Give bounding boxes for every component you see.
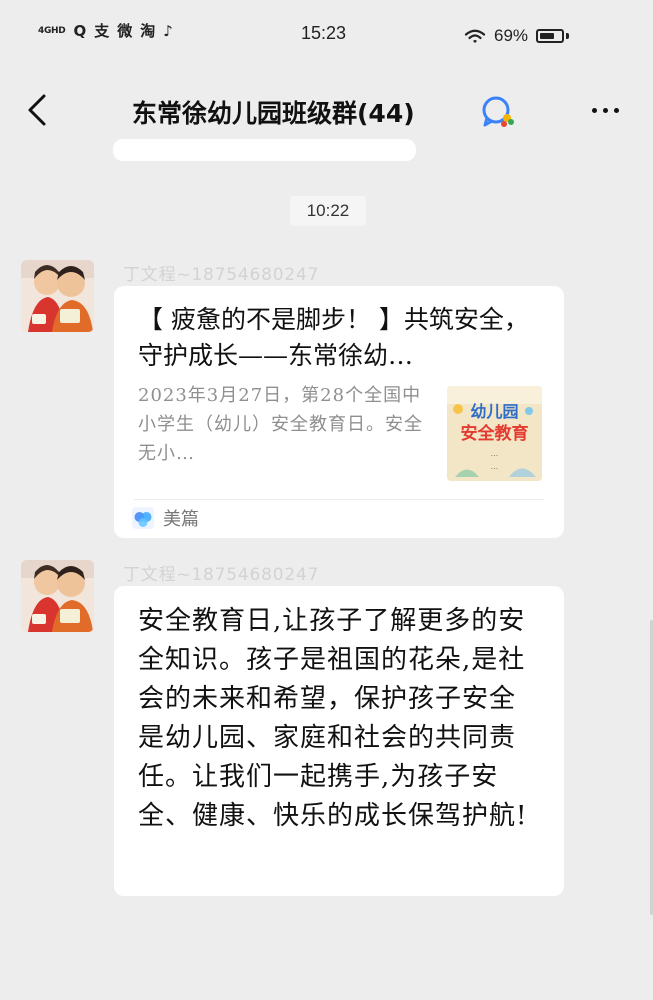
alipay-icon: 支 <box>94 22 110 40</box>
avatar-image <box>21 560 94 632</box>
more-dot <box>602 107 608 113</box>
source-label: 美篇 <box>163 509 199 530</box>
back-button[interactable] <box>20 90 54 130</box>
battery-level <box>540 33 554 39</box>
link-card-description: 2023年3月27日，第28个全国中小学生（幼儿）安全教育日。安全无小… <box>138 385 423 464</box>
message-text: 安全教育日,让孩子了解更多的安全知识。孩子是祖国的花朵,是社会的未来和希望，保护… <box>138 606 528 831</box>
thumbnail-small-text: ... <box>491 462 499 471</box>
text-message-bubble[interactable]: 安全教育日,让孩子了解更多的安全知识。孩子是祖国的花朵,是社会的未来和希望，保护… <box>114 586 564 896</box>
status-time: 15:23 <box>301 23 347 43</box>
link-card-title: 【 疲惫的不是脚步！ 】共筑安全，守护成长——东常徐幼… <box>138 305 529 370</box>
chat-title: 东常徐幼儿园班级群(44) <box>132 99 415 128</box>
network-indicator: 4GHD <box>38 26 66 36</box>
card-divider <box>134 499 544 500</box>
more-dot <box>613 107 619 113</box>
chat-header: 东常徐幼儿园班级群(44) <box>0 72 653 148</box>
wifi-icon <box>464 29 486 43</box>
meipian-icon <box>132 507 154 529</box>
thumbnail-image: 幼儿园 安全教育 ... ... <box>447 386 542 481</box>
sender-avatar[interactable] <box>21 260 94 332</box>
sender-avatar[interactable] <box>21 560 94 632</box>
more-button[interactable] <box>583 96 627 124</box>
sender-name: 丁文程~18754680247 <box>123 565 320 585</box>
qq-icon: Q <box>73 22 87 40</box>
taobao-icon: 淘 <box>140 22 156 40</box>
battery-icon <box>536 29 565 43</box>
link-card[interactable]: 【 疲惫的不是脚步！ 】共筑安全，守护成长——东常徐幼… 2023年3月27日，… <box>114 286 564 538</box>
thumbnail-title: 幼儿园 <box>470 402 518 421</box>
link-source[interactable]: 美篇 <box>132 505 199 531</box>
tiktok-icon: ♪ <box>163 22 173 40</box>
more-dot <box>591 107 597 113</box>
chevron-left-icon <box>28 94 46 126</box>
status-right-icons: 69% <box>464 26 570 46</box>
sender-name: 丁文程~18754680247 <box>123 265 320 285</box>
message-timestamp: 10:22 <box>290 196 366 226</box>
thumbnail-subtitle: 安全教育 <box>461 423 529 444</box>
link-card-thumbnail: 幼儿园 安全教育 ... ... <box>447 386 542 481</box>
status-left-icons: 4GHD Q 支 微 淘 ♪ <box>38 24 173 39</box>
weibo-icon: 微 <box>117 22 133 40</box>
enterprise-group-icon[interactable] <box>480 94 516 130</box>
status-bar: 4GHD Q 支 微 淘 ♪ 15:23 69% <box>0 0 653 72</box>
battery-cap <box>566 33 570 39</box>
previous-message-bubble[interactable] <box>113 139 416 161</box>
avatar-image <box>21 260 94 332</box>
thumbnail-small-text: ... <box>491 449 499 458</box>
battery-percent: 69% <box>494 26 529 45</box>
